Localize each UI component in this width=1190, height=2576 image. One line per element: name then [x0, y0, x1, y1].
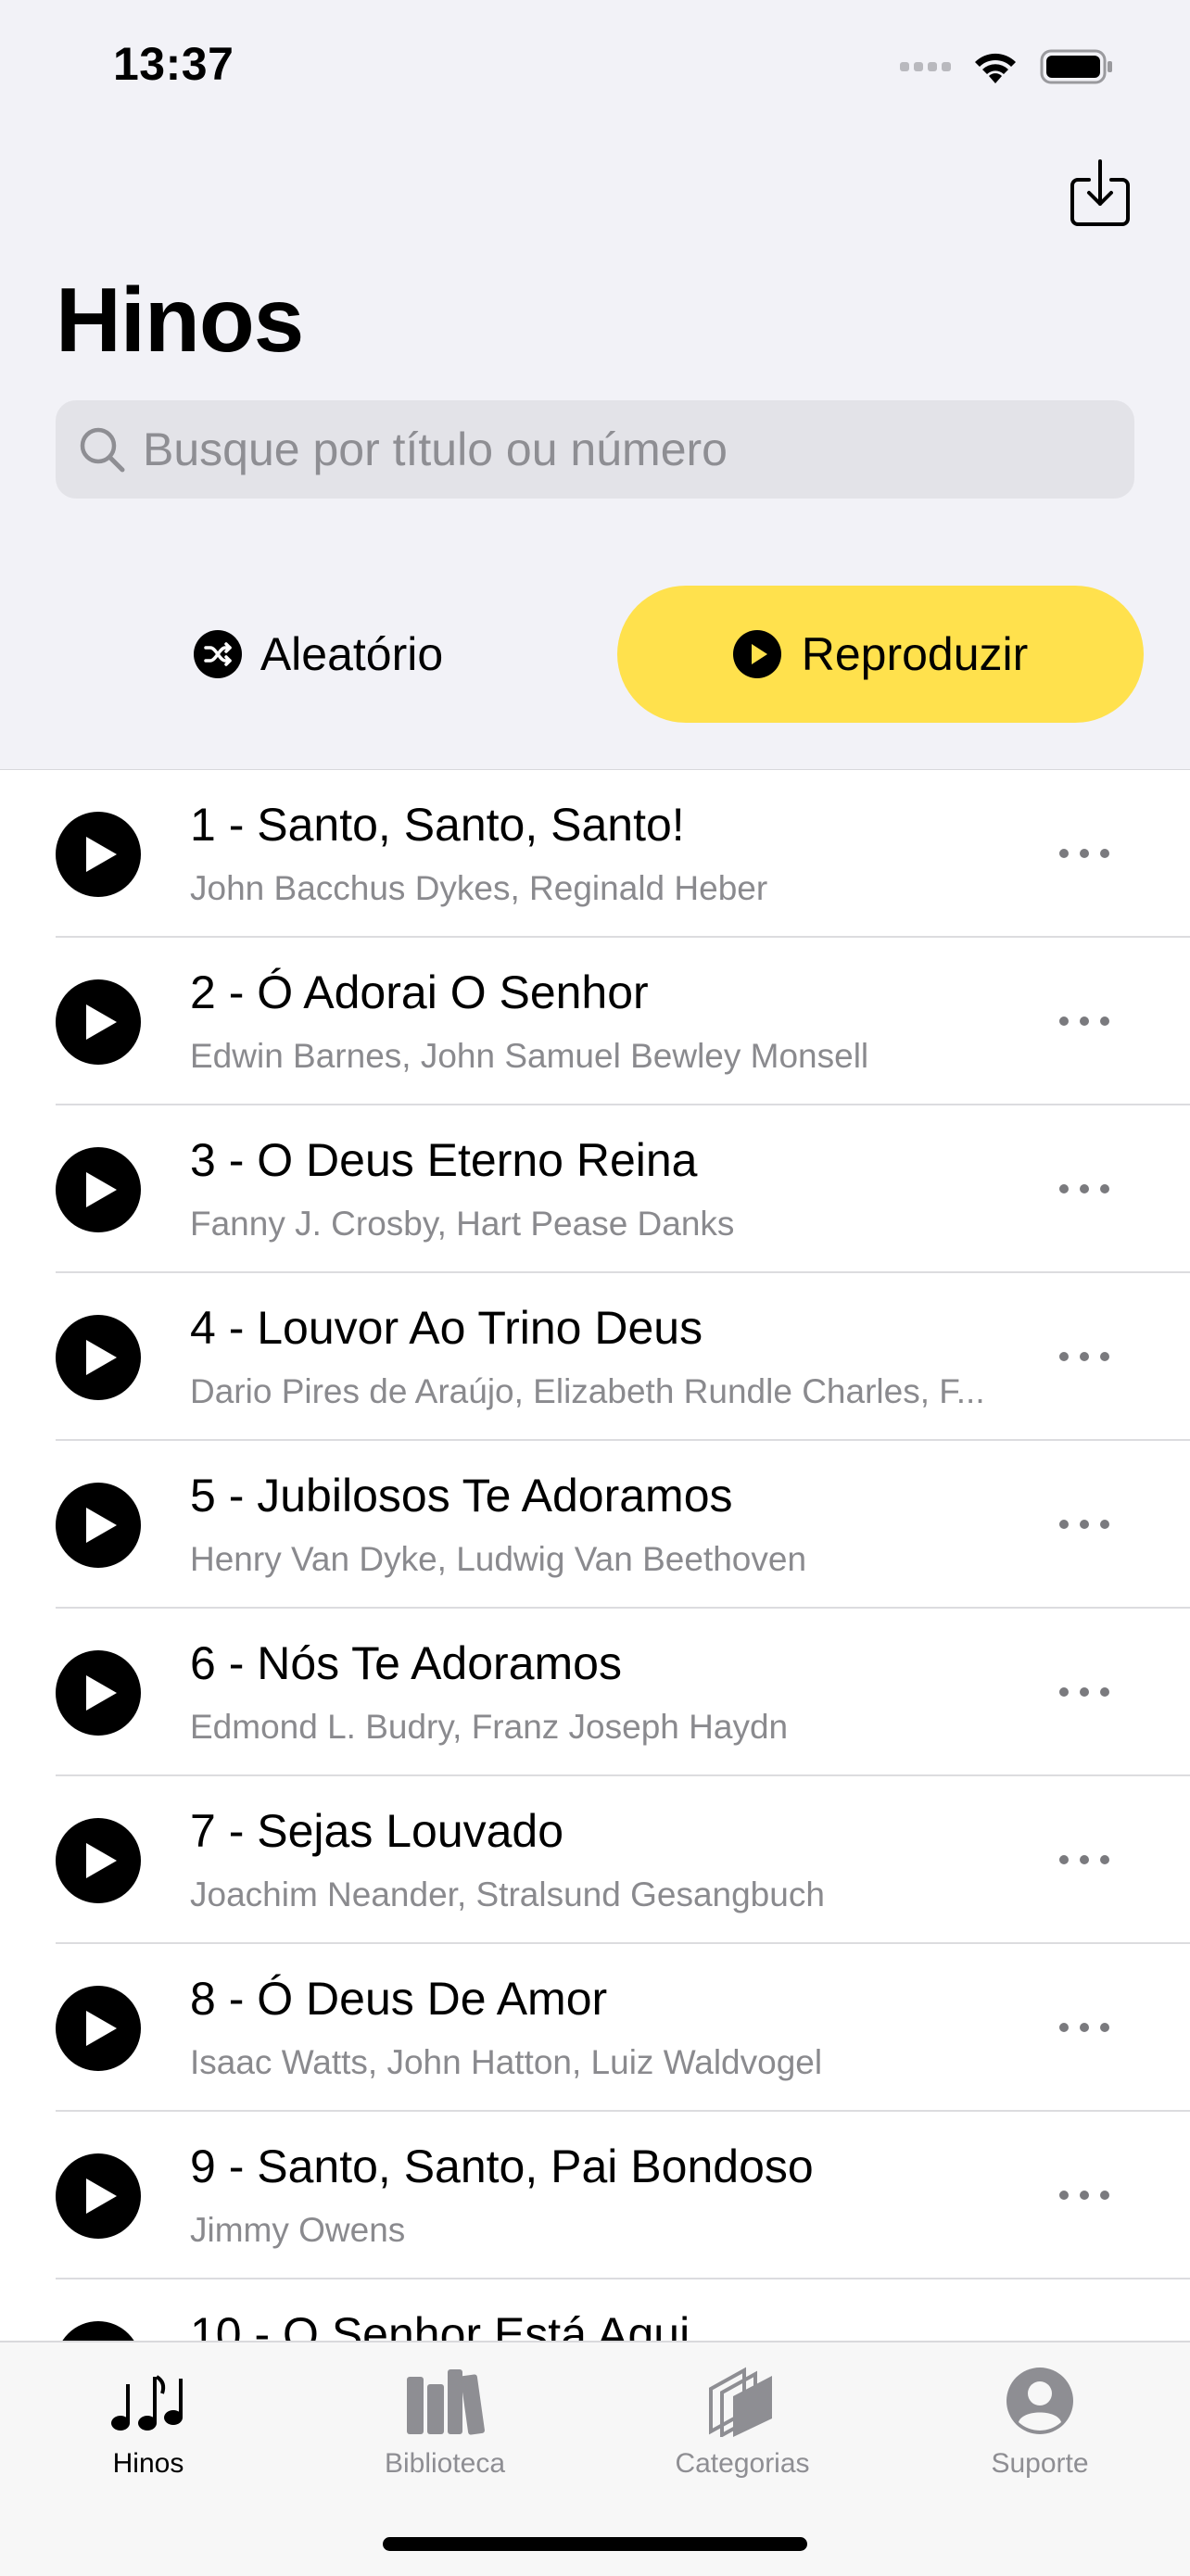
list-item[interactable]: 5 - Jubilosos Te Adoramos Henry Van Dyke… — [0, 1441, 1190, 1609]
play-button[interactable] — [56, 2321, 141, 2342]
hymn-title: 9 - Santo, Santo, Pai Bondoso — [190, 2140, 814, 2192]
list-item[interactable]: 8 - Ó Deus De Amor Isaac Watts, John Hat… — [0, 1944, 1190, 2112]
wifi-icon — [975, 53, 1016, 83]
tab-hinos[interactable]: Hinos — [37, 2359, 260, 2489]
tab-label: Hinos — [112, 2448, 184, 2479]
home-indicator — [383, 2537, 807, 2551]
page-title: Hinos — [56, 269, 304, 371]
shuffle-icon — [193, 630, 242, 678]
play-button[interactable] — [56, 1818, 141, 1903]
hymn-authors: Dario Pires de Araújo, Elizabeth Rundle … — [190, 1372, 985, 1410]
person-icon — [1006, 2368, 1073, 2434]
list-item[interactable]: 6 - Nós Te Adoramos Edmond L. Budry, Fra… — [0, 1609, 1190, 1776]
more-icon[interactable] — [1055, 1675, 1114, 1709]
hymn-title: 10 - O Senhor Está Aqui — [190, 2308, 690, 2342]
shuffle-label: Aleatório — [260, 628, 444, 680]
hymn-authors: Isaac Watts, John Hatton, Luiz Waldvogel — [190, 2043, 823, 2081]
play-button[interactable] — [56, 1483, 141, 1568]
hymn-title: 5 - Jubilosos Te Adoramos — [190, 1470, 733, 1522]
tab-label: Categorias — [675, 2448, 810, 2479]
tab-label: Biblioteca — [384, 2448, 506, 2479]
list-item[interactable]: 2 - Ó Adorai O Senhor Edwin Barnes, John… — [0, 938, 1190, 1105]
list-item[interactable]: 7 - Sejas Louvado Joachim Neander, Stral… — [0, 1776, 1190, 1944]
more-icon[interactable] — [1055, 2011, 1114, 2044]
play-icon — [86, 1340, 117, 1375]
shuffle-button[interactable]: Aleatório — [56, 586, 581, 723]
more-icon[interactable] — [1055, 2178, 1114, 2212]
hymn-title: 4 - Louvor Ao Trino Deus — [190, 1302, 703, 1354]
more-icon[interactable] — [1055, 1172, 1114, 1206]
signal-icon — [900, 62, 951, 71]
more-icon[interactable] — [1055, 1508, 1114, 1541]
search-input[interactable] — [141, 422, 1090, 477]
tab-biblioteca[interactable]: Biblioteca — [334, 2359, 556, 2489]
play-icon — [86, 837, 117, 872]
play-icon — [86, 1172, 117, 1207]
hymn-authors: Jimmy Owens — [190, 2211, 406, 2249]
list-item[interactable]: 4 - Louvor Ao Trino Deus Dario Pires de … — [0, 1273, 1190, 1441]
more-icon[interactable] — [1055, 1843, 1114, 1876]
play-icon — [86, 1843, 117, 1878]
play-icon — [86, 2178, 117, 2214]
hymn-title: 2 - Ó Adorai O Senhor — [190, 966, 649, 1018]
hymn-title: 3 - O Deus Eterno Reina — [190, 1134, 698, 1186]
play-circle-icon — [732, 630, 781, 678]
list-item[interactable]: 9 - Santo, Santo, Pai Bondoso Jimmy Owen… — [0, 2112, 1190, 2279]
hymn-authors: Henry Van Dyke, Ludwig Van Beethoven — [190, 1540, 807, 1578]
play-icon — [86, 1508, 117, 1543]
hymn-title: 1 - Santo, Santo, Santo! — [190, 799, 685, 851]
play-icon — [86, 2011, 117, 2046]
hymn-authors: Edwin Barnes, John Samuel Bewley Monsell — [190, 1037, 869, 1075]
play-button[interactable] — [56, 1650, 141, 1736]
books-icon — [407, 2369, 485, 2435]
hymn-list[interactable]: 1 - Santo, Santo, Santo! John Bacchus Dy… — [0, 769, 1190, 2342]
search-bar[interactable] — [56, 400, 1134, 499]
play-button[interactable] — [56, 1147, 141, 1232]
play-all-button[interactable]: Reproduzir — [617, 586, 1144, 723]
status-time: 13:37 — [113, 38, 234, 90]
more-icon[interactable] — [1055, 1340, 1114, 1373]
play-button[interactable] — [56, 2153, 141, 2239]
play-button[interactable] — [56, 812, 141, 897]
download-icon — [1070, 159, 1130, 226]
hymn-title: 7 - Sejas Louvado — [190, 1805, 564, 1857]
play-icon — [86, 1004, 117, 1040]
hymn-authors: Edmond L. Budry, Franz Joseph Haydn — [190, 1708, 789, 1746]
hymn-authors: Fanny J. Crosby, Hart Pease Danks — [190, 1205, 735, 1243]
list-item[interactable]: 1 - Santo, Santo, Santo! John Bacchus Dy… — [0, 770, 1190, 938]
play-icon — [86, 1675, 117, 1711]
folders-icon — [709, 2367, 772, 2437]
play-button[interactable] — [56, 1315, 141, 1400]
hymn-authors: Joachim Neander, Stralsund Gesangbuch — [190, 1875, 825, 1913]
hymn-title: 6 - Nós Te Adoramos — [190, 1637, 622, 1689]
music-notes-icon — [111, 2375, 183, 2431]
list-item[interactable]: 10 - O Senhor Está Aqui — [0, 2279, 1190, 2342]
hymn-authors: John Bacchus Dykes, Reginald Heber — [190, 869, 768, 907]
play-button[interactable] — [56, 979, 141, 1065]
tab-suporte[interactable]: Suporte — [929, 2359, 1151, 2489]
battery-icon — [1040, 49, 1112, 84]
download-button[interactable] — [1069, 158, 1132, 228]
list-item[interactable]: 3 - O Deus Eterno Reina Fanny J. Crosby,… — [0, 1105, 1190, 1273]
hymn-title: 8 - Ó Deus De Amor — [190, 1973, 608, 2025]
tab-label: Suporte — [991, 2448, 1089, 2479]
play-all-label: Reproduzir — [801, 628, 1029, 680]
play-button[interactable] — [56, 1986, 141, 2071]
more-icon[interactable] — [1055, 837, 1114, 870]
tab-categorias[interactable]: Categorias — [631, 2359, 854, 2489]
status-bar: 13:37 — [0, 0, 1190, 139]
status-icons — [900, 44, 1114, 89]
more-icon[interactable] — [1055, 1004, 1114, 1038]
search-icon — [80, 427, 125, 473]
